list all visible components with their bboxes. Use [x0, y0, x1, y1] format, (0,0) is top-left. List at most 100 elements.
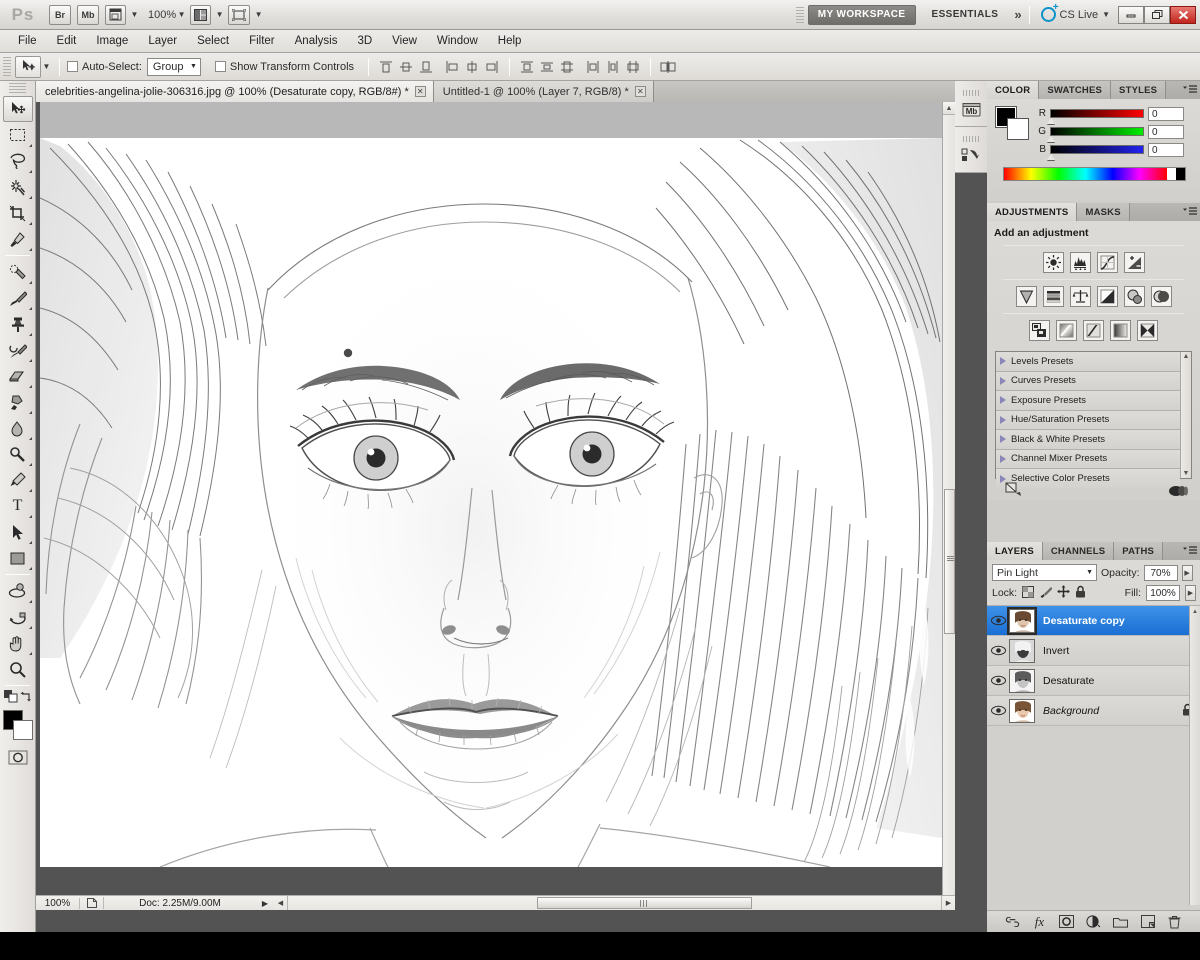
- workspace-essentials-button[interactable]: ESSENTIALS: [932, 9, 999, 20]
- adjustment-presets-list[interactable]: Levels Presets Curves Presets Exposure P…: [995, 351, 1192, 479]
- canvas-vertical-scrollbar[interactable]: ▲ ▼: [942, 102, 955, 910]
- blend-mode-select[interactable]: Pin Light ▼: [992, 564, 1097, 581]
- page-preview-icon[interactable]: [80, 897, 104, 909]
- arrange-dropdown-icon[interactable]: ▼: [214, 10, 225, 19]
- menu-window[interactable]: Window: [427, 30, 488, 53]
- horizontal-type-tool[interactable]: T: [3, 493, 33, 519]
- preset-channel-mixer[interactable]: Channel Mixer Presets: [996, 450, 1180, 470]
- distribute-vertical-centers-icon[interactable]: [537, 57, 557, 77]
- mini-bridge-dock-button[interactable]: Mb: [955, 81, 987, 127]
- blur-tool[interactable]: [3, 415, 33, 441]
- scroll-up-arrow[interactable]: ▲: [1190, 606, 1200, 617]
- lasso-tool[interactable]: [3, 148, 33, 174]
- panel-menu-icon[interactable]: [1180, 81, 1200, 99]
- panel-menu-icon[interactable]: [1180, 542, 1200, 560]
- cs-live-button[interactable]: CS Live ▼: [1041, 7, 1110, 22]
- default-colors-icon[interactable]: [4, 690, 18, 706]
- new-group-icon[interactable]: [1113, 914, 1128, 929]
- threshold-icon[interactable]: [1083, 320, 1104, 341]
- clone-stamp-tool[interactable]: [3, 311, 33, 337]
- add-layer-mask-icon[interactable]: [1059, 914, 1074, 929]
- green-value[interactable]: 0: [1148, 125, 1184, 139]
- vibrance-icon[interactable]: [1016, 286, 1037, 307]
- history-brush-tool[interactable]: [3, 337, 33, 363]
- tab-styles[interactable]: STYLES: [1111, 81, 1166, 99]
- quick-mask-icon[interactable]: [3, 744, 33, 770]
- auto-align-layers-icon[interactable]: [658, 57, 678, 77]
- swap-colors-icon[interactable]: [20, 691, 32, 706]
- hand-tool[interactable]: [3, 630, 33, 656]
- layers-list-scrollbar[interactable]: ▲: [1189, 606, 1200, 905]
- layer-thumbnail[interactable]: [1009, 609, 1035, 633]
- quick-selection-tool[interactable]: [3, 174, 33, 200]
- eye-icon[interactable]: [987, 645, 1009, 656]
- menu-view[interactable]: View: [382, 30, 427, 53]
- curves-icon[interactable]: [1097, 252, 1118, 273]
- green-slider[interactable]: [1050, 127, 1144, 136]
- 3d-rotate-tool[interactable]: [3, 578, 33, 604]
- preset-levels[interactable]: Levels Presets: [996, 352, 1180, 372]
- new-layer-icon[interactable]: [1140, 914, 1155, 929]
- tab-channels[interactable]: CHANNELS: [1043, 542, 1114, 560]
- workspace-more-icon[interactable]: »: [1014, 7, 1021, 22]
- canvas-horizontal-scrollbar[interactable]: ◀ ▶: [274, 895, 955, 910]
- scroll-up-arrow[interactable]: ▲: [943, 102, 955, 115]
- lock-image-pixels-icon[interactable]: [1039, 586, 1052, 601]
- preset-hue-saturation[interactable]: Hue/Saturation Presets: [996, 411, 1180, 431]
- align-left-edges-icon[interactable]: [442, 57, 462, 77]
- red-slider[interactable]: [1050, 109, 1144, 118]
- menu-3d[interactable]: 3D: [347, 30, 382, 53]
- fill-input[interactable]: 100%: [1146, 585, 1180, 601]
- link-layers-icon[interactable]: [1005, 914, 1020, 929]
- clip-to-layer-icon[interactable]: [1005, 482, 1022, 500]
- layer-thumbnail[interactable]: [1009, 669, 1035, 693]
- ramp-white[interactable]: [1167, 168, 1176, 180]
- close-icon[interactable]: ✕: [415, 86, 426, 97]
- crop-tool[interactable]: [3, 200, 33, 226]
- tab-masks[interactable]: MASKS: [1077, 203, 1129, 221]
- scroll-up-arrow[interactable]: ▲: [1183, 352, 1190, 360]
- blue-value[interactable]: 0: [1148, 143, 1184, 157]
- zoom-percentage[interactable]: 100%: [36, 898, 80, 909]
- eraser-tool[interactable]: [3, 363, 33, 389]
- menu-help[interactable]: Help: [488, 30, 532, 53]
- preset-black-white[interactable]: Black & White Presets: [996, 430, 1180, 450]
- color-spectrum-ramp[interactable]: [1003, 167, 1186, 181]
- channel-mixer-icon[interactable]: [1151, 286, 1172, 307]
- view-previous-state-icon[interactable]: [1168, 483, 1188, 500]
- gradient-tool[interactable]: [3, 389, 33, 415]
- menu-layer[interactable]: Layer: [138, 30, 187, 53]
- menu-filter[interactable]: Filter: [239, 30, 285, 53]
- lock-transparent-pixels-icon[interactable]: [1022, 586, 1034, 601]
- photo-filter-icon[interactable]: [1124, 286, 1145, 307]
- eye-icon[interactable]: [987, 615, 1009, 626]
- color-panel-swatches[interactable]: [995, 106, 1029, 140]
- panel-menu-icon[interactable]: [1180, 203, 1200, 221]
- tab-swatches[interactable]: SWATCHES: [1039, 81, 1111, 99]
- layer-row-invert[interactable]: Invert: [987, 636, 1200, 666]
- screen-mode-dropdown-icon[interactable]: ▼: [253, 10, 264, 19]
- background-color-swatch[interactable]: [1007, 118, 1029, 140]
- vertical-scroll-thumb[interactable]: [944, 489, 955, 634]
- distribute-top-edges-icon[interactable]: [517, 57, 537, 77]
- posterize-icon[interactable]: [1056, 320, 1077, 341]
- document-tab-untitled[interactable]: Untitled-1 @ 100% (Layer 7, RGB/8) * ✕: [434, 81, 654, 102]
- align-top-edges-icon[interactable]: [376, 57, 396, 77]
- hue-saturation-icon[interactable]: [1043, 286, 1064, 307]
- scroll-right-arrow[interactable]: ▶: [941, 896, 955, 910]
- current-tool-preset-icon[interactable]: [15, 56, 41, 78]
- launch-bridge-button[interactable]: Br: [49, 5, 71, 25]
- presets-scrollbar[interactable]: ▲ ▼: [1180, 352, 1191, 478]
- view-extras-dropdown-icon[interactable]: ▼: [129, 10, 140, 19]
- document-tab-active[interactable]: celebrities-angelina-jolie-306316.jpg @ …: [36, 81, 434, 102]
- blue-slider[interactable]: [1050, 145, 1144, 154]
- color-swatches[interactable]: [3, 710, 33, 740]
- new-adjustment-layer-icon[interactable]: [1086, 914, 1101, 929]
- workspace-my-workspace-button[interactable]: MY WORKSPACE: [808, 5, 916, 25]
- menu-select[interactable]: Select: [187, 30, 239, 53]
- ramp-black[interactable]: [1176, 168, 1185, 180]
- scroll-left-arrow[interactable]: ◀: [274, 896, 288, 910]
- background-color-swatch[interactable]: [13, 720, 33, 740]
- pen-tool[interactable]: [3, 467, 33, 493]
- tab-color[interactable]: COLOR: [987, 81, 1039, 99]
